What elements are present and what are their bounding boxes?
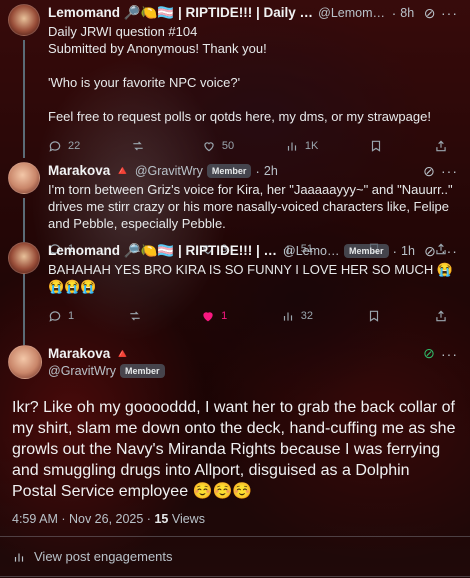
repost-button[interactable] bbox=[131, 139, 151, 153]
avatar[interactable] bbox=[8, 162, 40, 194]
thread-line bbox=[23, 40, 25, 158]
author-handle[interactable]: @Lemomand bbox=[318, 6, 388, 20]
author-handle[interactable]: @GravitWry bbox=[48, 364, 116, 378]
views-button[interactable]: 32 bbox=[281, 309, 313, 323]
like-button[interactable]: 1 bbox=[201, 309, 227, 323]
reply-button[interactable]: 1 bbox=[48, 309, 74, 323]
analytics-icon bbox=[283, 312, 292, 321]
post-time[interactable]: 8h bbox=[400, 6, 414, 20]
heart-icon bbox=[204, 142, 214, 152]
views-count: 15 bbox=[154, 512, 169, 526]
view-count: 1K bbox=[304, 140, 319, 152]
post-timestamp[interactable]: 4:59 AM · Nov 26, 2025 · bbox=[12, 512, 154, 526]
repost-button[interactable] bbox=[128, 309, 148, 323]
member-badge: Member bbox=[344, 244, 389, 258]
member-badge: Member bbox=[206, 164, 252, 178]
more-icon[interactable]: ··· bbox=[441, 163, 458, 179]
repost-icon bbox=[129, 311, 140, 321]
post-text: I'm torn between Griz's voice for Kira, … bbox=[48, 182, 457, 231]
share-button[interactable] bbox=[434, 139, 448, 153]
reply-icon bbox=[49, 311, 61, 322]
view-count: 32 bbox=[300, 310, 313, 322]
author-handle[interactable]: @GravitWry bbox=[135, 164, 203, 178]
bookmark-icon bbox=[372, 140, 381, 152]
avatar[interactable] bbox=[8, 4, 40, 36]
thread-post[interactable]: Lemomand 🔎🍋🏳️‍⚧️ | RIPTIDE!!! | Daily Qn… bbox=[0, 4, 470, 158]
post-time[interactable]: 2h bbox=[264, 164, 278, 178]
reply-button[interactable]: 22 bbox=[48, 139, 80, 153]
member-badge: Member bbox=[120, 363, 165, 378]
grok-icon[interactable]: ⊘ bbox=[423, 243, 437, 259]
avatar[interactable] bbox=[8, 242, 40, 274]
analytics-icon bbox=[287, 142, 296, 151]
more-icon[interactable]: ··· bbox=[441, 346, 458, 362]
views-button[interactable]: 1K bbox=[285, 139, 318, 153]
reply-count: 1 bbox=[68, 310, 75, 322]
author-name[interactable]: Lemomand 🔎🍋🏳️‍⚧️ | RIPTIDE!!! | Daily ..… bbox=[48, 243, 279, 259]
separator-dot: · bbox=[255, 163, 260, 179]
author-name[interactable]: Marakova 🔺 bbox=[48, 163, 131, 179]
post-meta: 4:59 AM · Nov 26, 2025 · 15 Views bbox=[0, 512, 470, 526]
view-engagements-link[interactable]: View post engagements bbox=[0, 537, 470, 576]
share-icon bbox=[436, 310, 446, 322]
like-count: 50 bbox=[221, 140, 235, 152]
post-text: BAHAHAH YES BRO KIRA IS SO FUNNY I LOVE … bbox=[48, 262, 454, 294]
thread-line bbox=[23, 278, 25, 348]
more-icon[interactable]: ··· bbox=[441, 5, 458, 21]
bookmark-button[interactable] bbox=[367, 309, 381, 323]
grok-icon[interactable]: ⊘ bbox=[421, 345, 437, 362]
author-name[interactable]: Marakova 🔺 bbox=[48, 346, 131, 362]
post-time[interactable]: 1h bbox=[401, 244, 415, 258]
reply-icon bbox=[49, 141, 61, 152]
share-button[interactable] bbox=[434, 309, 448, 323]
like-button[interactable]: 50 bbox=[202, 139, 234, 153]
grok-icon[interactable]: ⊘ bbox=[421, 163, 437, 179]
bookmark-button[interactable] bbox=[369, 139, 383, 153]
analytics-icon bbox=[14, 553, 24, 562]
avatar[interactable] bbox=[8, 345, 42, 379]
more-icon[interactable]: ··· bbox=[441, 243, 458, 259]
author-name[interactable]: Lemomand 🔎🍋🏳️‍⚧️ | RIPTIDE!!! | Daily Qn… bbox=[48, 5, 314, 21]
grok-icon[interactable]: ⊘ bbox=[422, 5, 437, 21]
post-text: Ikr? Like oh my gooooddd, I want her to … bbox=[12, 399, 456, 500]
post-text: Daily JRWI question #104 Submitted by An… bbox=[48, 24, 431, 124]
views-label: Views bbox=[168, 512, 205, 526]
focused-post[interactable]: Marakova 🔺 ⊘ ··· @GravitWry Member Ikr? … bbox=[0, 345, 470, 578]
like-count: 1 bbox=[221, 310, 228, 322]
repost-icon bbox=[133, 141, 143, 151]
engagements-label: View post engagements bbox=[34, 549, 173, 564]
share-icon bbox=[436, 140, 446, 152]
heart-filled-icon bbox=[203, 312, 213, 322]
separator-dot: · bbox=[391, 5, 397, 21]
author-handle[interactable]: @Lemom... bbox=[283, 244, 340, 258]
bookmark-icon bbox=[369, 310, 378, 322]
separator-dot: · bbox=[392, 243, 398, 259]
reply-count: 22 bbox=[68, 140, 81, 152]
thread-post[interactable]: Lemomand 🔎🍋🏳️‍⚧️ | RIPTIDE!!! | Daily ..… bbox=[0, 242, 470, 348]
